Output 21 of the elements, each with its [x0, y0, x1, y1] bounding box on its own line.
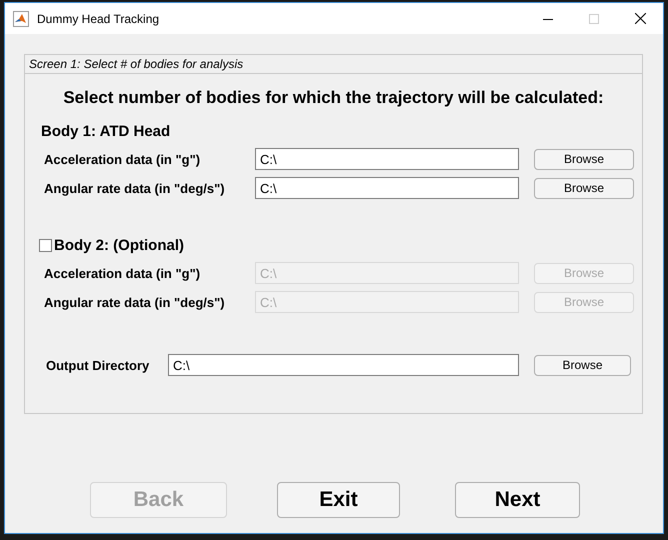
close-icon[interactable] — [634, 13, 646, 24]
checkbox[interactable] — [39, 239, 52, 252]
field-label: Acceleration data (in "g") — [44, 266, 202, 280]
exit-button[interactable]: Exit — [277, 482, 400, 518]
next-button[interactable]: Next — [455, 482, 580, 518]
field-label: Angular rate data (in "deg/s") — [44, 180, 226, 196]
path-field[interactable]: C:\ — [255, 148, 519, 170]
app-icon — [13, 10, 29, 26]
browse-button[interactable]: Browse — [534, 178, 634, 198]
path-field[interactable]: C:\ — [255, 177, 519, 199]
path-field[interactable]: C:\ — [168, 354, 519, 376]
panel-title: Screen 1: Select # of bodies for analysis — [25, 55, 642, 74]
body-title: Body 2: (Optional) — [54, 237, 184, 254]
window-title: Dummy Head Tracking — [37, 12, 160, 26]
browse-button[interactable]: Browse — [534, 148, 634, 170]
heading: Select number of bodies for which the trajectory will be calculated: — [62, 88, 605, 108]
field-label: Output Directory — [46, 358, 150, 372]
body-title: Body 1: ATD Head — [41, 123, 170, 140]
field-label: Angular rate data (in "deg/s") — [44, 294, 226, 310]
field-label: Acceleration data (in "g") — [44, 152, 202, 166]
browse-button[interactable]: Browse — [534, 354, 631, 376]
